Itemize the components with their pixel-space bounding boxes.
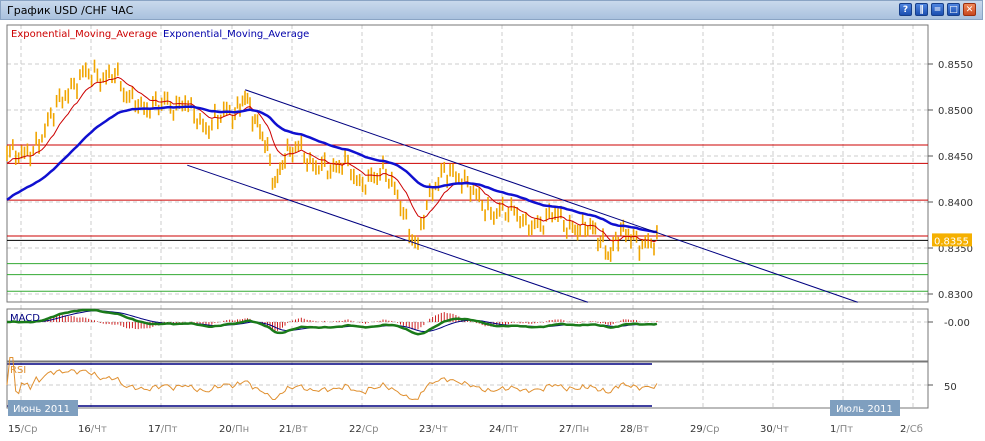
y-tick-label: 0.8450 [938,152,973,163]
x-tick-label: 27/Пн [559,424,589,435]
x-tick-label: 1/Пт [830,424,853,435]
x-tick-label: 21/Вт [279,424,308,435]
legend-ema-fast: Exponential_Moving_Average [11,29,157,40]
macd-pane [6,308,929,362]
macd-label: MACD [10,313,40,324]
tile-button[interactable]: ‖ [915,3,928,16]
ema-fast-line [6,76,658,243]
x-tick-label: 28/Вт [620,424,649,435]
maximize-button[interactable]: □ [947,3,960,16]
help-button[interactable]: ? [899,3,912,16]
x-tick-label: 24/Пт [489,424,519,435]
month-label-july: Июль 2011 [836,404,893,415]
x-tick-label: 23/Чт [419,424,448,435]
x-tick-label: 16/Чт [78,424,107,435]
trend-channel-line [245,89,858,303]
close-button[interactable]: ✕ [963,3,976,16]
x-tick-label: 17/Пт [148,424,178,435]
current-price-label: 0.8355 [934,236,969,247]
rsi-pane [6,361,929,409]
x-tick-label: 29/Ср [690,424,719,435]
x-tick-label: 20/Пн [219,424,249,435]
ema-slow-line [6,105,657,234]
chart-area[interactable]: 0.85500.85000.84500.84000.83500.830015/С… [0,20,985,441]
x-tick-label: 2/Сб [900,424,923,435]
x-tick-label: 22/Ср [349,424,378,435]
trend-channel-line [187,164,589,303]
minimize-button[interactable]: = [931,3,944,16]
y-tick-label: 0.8400 [938,198,973,209]
month-label-june: Июнь 2011 [13,404,70,415]
x-tick-label: 30/Чт [760,424,789,435]
window-title-bar[interactable]: График USD /CHF ЧАС ? ‖ = □ ✕ [0,0,983,20]
rsi-tick: 50 [944,382,957,393]
window-title: График USD /CHF ЧАС [7,4,134,17]
macd-tick: -0.00 [944,318,970,329]
y-tick-label: 0.8500 [938,106,973,117]
x-tick-label: 15/Ср [8,424,37,435]
y-tick-label: 0.8300 [938,290,973,301]
rsi-label: RSI [10,365,26,376]
y-tick-label: 0.8550 [938,60,973,71]
legend-ema-slow: Exponential_Moving_Average [163,29,309,40]
